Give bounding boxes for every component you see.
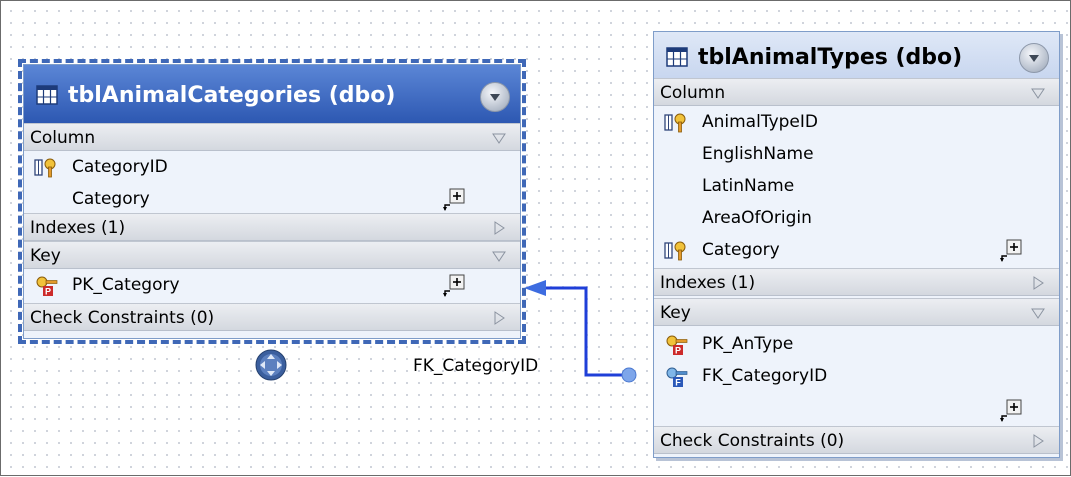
key-column-icon [34, 158, 56, 178]
table-animal-types[interactable]: tblAnimalTypes (dbo) Column AnimalTypeID… [653, 31, 1060, 458]
table-title: tblAnimalTypes (dbo) [698, 45, 963, 70]
key-name: PK_Category [72, 275, 180, 295]
column-row[interactable]: AnimalTypeID [654, 106, 1059, 138]
table-icon [666, 47, 688, 67]
section-label: Check Constraints (0) [660, 431, 845, 451]
column-name: Category [702, 240, 780, 260]
expand-down-icon[interactable] [492, 249, 506, 263]
section-label: Key [660, 303, 691, 323]
column-name: LatinName [702, 176, 795, 196]
section-label: Indexes (1) [30, 218, 126, 238]
add-item-icon[interactable] [442, 188, 466, 212]
table-animal-categories[interactable]: tblAnimalCategories (dbo) Column Categor… [18, 59, 526, 344]
expand-down-icon[interactable] [1031, 306, 1045, 320]
column-row[interactable]: AreaOfOrigin [654, 202, 1059, 234]
move-handle-icon[interactable] [255, 349, 287, 381]
collapse-button[interactable] [480, 82, 510, 112]
expand-down-icon[interactable] [492, 131, 506, 145]
key-section-header[interactable]: Key [654, 298, 1059, 326]
svg-text:F: F [675, 378, 681, 388]
key-section-header[interactable]: Key [24, 241, 520, 269]
indexes-section-header[interactable]: Indexes (1) [654, 268, 1059, 296]
table-icon [36, 85, 58, 105]
add-item-icon[interactable] [999, 399, 1023, 423]
expand-right-icon[interactable] [492, 311, 506, 325]
section-label: Column [30, 128, 96, 148]
table-title: tblAnimalCategories (dbo) [68, 83, 396, 108]
diagram-canvas[interactable]: FK_CategoryID tblAnimalCategories (dbo) … [0, 0, 1071, 476]
column-row[interactable]: Category [654, 234, 1059, 266]
column-row[interactable]: CategoryID [24, 151, 520, 183]
key-name: PK_AnType [702, 334, 794, 354]
add-item-icon[interactable] [442, 274, 466, 298]
column-section-header[interactable]: Column [654, 78, 1059, 106]
svg-text:P: P [675, 346, 681, 356]
key-add-row[interactable] [654, 394, 1059, 426]
expand-right-icon[interactable] [1031, 276, 1045, 290]
column-name: CategoryID [72, 157, 168, 177]
column-section-header[interactable]: Column [24, 123, 520, 151]
key-row[interactable]: P PK_AnType [654, 328, 1059, 360]
expand-down-icon[interactable] [1031, 86, 1045, 100]
expand-right-icon[interactable] [492, 221, 506, 235]
column-row[interactable]: LatinName [654, 170, 1059, 202]
key-column-icon [664, 113, 686, 133]
primary-key-icon: P [36, 276, 58, 297]
section-label: Check Constraints (0) [30, 308, 215, 328]
key-row[interactable]: F FK_CategoryID [654, 360, 1059, 392]
column-row[interactable]: EnglishName [654, 138, 1059, 170]
column-name: EnglishName [702, 144, 814, 164]
table-header[interactable]: tblAnimalCategories (dbo) [24, 65, 520, 124]
key-column-icon [664, 241, 686, 261]
foreign-key-icon: F [666, 367, 688, 388]
expand-right-icon[interactable] [1031, 434, 1045, 448]
check-constraints-section-header[interactable]: Check Constraints (0) [24, 303, 520, 331]
svg-text:P: P [45, 287, 51, 297]
check-constraints-section-header[interactable]: Check Constraints (0) [654, 426, 1059, 454]
section-label: Indexes (1) [660, 273, 756, 293]
column-name: AnimalTypeID [702, 112, 818, 132]
primary-key-icon: P [666, 335, 688, 356]
key-name: FK_CategoryID [702, 366, 828, 386]
key-row[interactable]: P PK_Category [24, 269, 520, 301]
column-row[interactable]: Category [24, 183, 520, 215]
section-label: Column [660, 83, 726, 103]
indexes-section-header[interactable]: Indexes (1) [24, 213, 520, 241]
add-item-icon[interactable] [999, 239, 1023, 263]
connector-end-icon [621, 367, 637, 383]
collapse-button[interactable] [1019, 43, 1049, 73]
column-name: Category [72, 189, 150, 209]
arrow-head-icon [524, 280, 546, 296]
section-label: Key [30, 246, 61, 266]
column-name: AreaOfOrigin [702, 208, 812, 228]
relation-label[interactable]: FK_CategoryID [413, 356, 538, 376]
